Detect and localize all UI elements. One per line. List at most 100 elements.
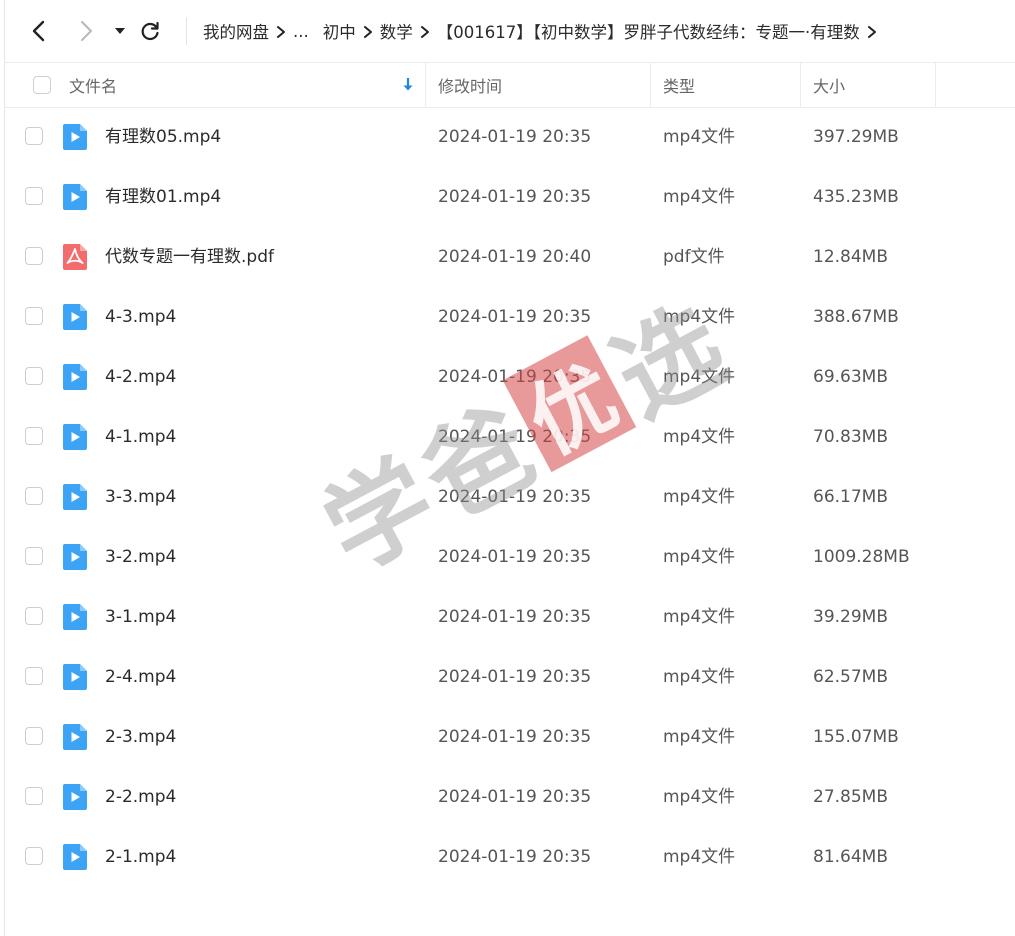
file-modified: 2024-01-19 20:35 [438, 487, 592, 507]
table-row[interactable]: 2-1.mp4 2024-01-19 20:35 mp4文件 81.64MB [5, 827, 1015, 887]
file-type: mp4文件 [663, 187, 736, 207]
table-row[interactable]: 4-3.mp4 2024-01-19 20:35 mp4文件 388.67MB [5, 287, 1015, 347]
file-name[interactable]: 2-1.mp4 [105, 827, 176, 887]
caret-down-icon [115, 28, 125, 34]
column-header-size-label: 大小 [813, 77, 846, 96]
file-type: mp4文件 [663, 367, 736, 387]
row-checkbox[interactable] [25, 847, 43, 865]
file-size: 435.23MB [813, 187, 899, 207]
forward-button[interactable] [72, 17, 100, 45]
chevron-right-icon [81, 21, 92, 41]
breadcrumb-separator-icon [413, 22, 437, 41]
file-modified: 2024-01-19 20:35 [438, 847, 592, 867]
history-dropdown-button[interactable] [106, 17, 134, 45]
row-checkbox[interactable] [25, 127, 43, 145]
table-row[interactable]: 3-3.mp4 2024-01-19 20:35 mp4文件 66.17MB [5, 467, 1015, 527]
column-header-name-label: 文件名 [69, 77, 118, 96]
table-row[interactable]: 2-3.mp4 2024-01-19 20:35 mp4文件 155.07MB [5, 707, 1015, 767]
file-size: 388.67MB [813, 307, 899, 327]
column-header-modified[interactable]: 修改时间 [438, 63, 502, 107]
video-file-icon [63, 304, 87, 330]
file-name[interactable]: 2-2.mp4 [105, 767, 176, 827]
file-modified: 2024-01-19 20:40 [438, 247, 592, 267]
row-checkbox[interactable] [25, 787, 43, 805]
breadcrumb-separator-icon [860, 22, 884, 41]
row-checkbox[interactable] [25, 607, 43, 625]
refresh-icon [141, 21, 159, 41]
file-type: mp4文件 [663, 847, 736, 867]
column-header-size[interactable]: 大小 [813, 63, 845, 107]
row-checkbox[interactable] [25, 727, 43, 745]
column-divider [425, 63, 426, 107]
column-divider [935, 63, 936, 107]
file-name[interactable]: 3-3.mp4 [105, 467, 176, 527]
breadcrumb-item-ellipsis[interactable]: ... [293, 22, 309, 41]
file-type: pdf文件 [663, 247, 725, 267]
row-checkbox[interactable] [25, 547, 43, 565]
file-size: 66.17MB [813, 487, 888, 507]
column-header-name[interactable]: 文件名 [69, 63, 419, 107]
video-file-icon [63, 844, 87, 870]
row-checkbox[interactable] [25, 487, 43, 505]
file-name[interactable]: 3-1.mp4 [105, 587, 176, 647]
chevron-left-icon [32, 20, 45, 42]
breadcrumb-separator-icon [356, 22, 380, 41]
table-row[interactable]: 4-1.mp4 2024-01-19 20:35 mp4文件 70.83MB [5, 407, 1015, 467]
row-checkbox[interactable] [25, 187, 43, 205]
file-name[interactable]: 有理数05.mp4 [105, 107, 221, 167]
refresh-button[interactable] [136, 17, 164, 45]
file-name[interactable]: 2-4.mp4 [105, 647, 176, 707]
row-checkbox[interactable] [25, 427, 43, 445]
file-name[interactable]: 有理数01.mp4 [105, 167, 221, 227]
video-file-icon [63, 364, 87, 390]
table-row[interactable]: 有理数05.mp4 2024-01-19 20:35 mp4文件 397.29M… [5, 107, 1015, 167]
row-checkbox[interactable] [25, 247, 43, 265]
file-size: 39.29MB [813, 607, 888, 627]
select-all-checkbox[interactable] [33, 63, 51, 107]
video-file-icon [63, 784, 87, 810]
video-file-icon [63, 424, 87, 450]
file-name[interactable]: 2-3.mp4 [105, 707, 176, 767]
file-modified: 2024-01-19 20:35 [438, 727, 592, 747]
column-divider [650, 63, 651, 107]
column-header-type[interactable]: 类型 [663, 63, 695, 107]
file-type: mp4文件 [663, 787, 736, 807]
video-file-icon [63, 724, 87, 750]
file-name[interactable]: 4-2.mp4 [105, 347, 176, 407]
file-modified: 2024-01-19 20:35 [438, 187, 592, 207]
file-name[interactable]: 3-2.mp4 [105, 527, 176, 587]
file-name[interactable]: 4-3.mp4 [105, 287, 176, 347]
column-header-type-label: 类型 [663, 77, 696, 96]
table-row[interactable]: 4-2.mp4 2024-01-19 20:35 mp4文件 69.63MB [5, 347, 1015, 407]
file-size: 70.83MB [813, 427, 888, 447]
file-modified: 2024-01-19 20:35 [438, 667, 592, 687]
breadcrumb-item-root[interactable]: 我的网盘 [203, 19, 269, 43]
table-row[interactable]: 有理数01.mp4 2024-01-19 20:35 mp4文件 435.23M… [5, 167, 1015, 227]
table-row[interactable]: 2-4.mp4 2024-01-19 20:35 mp4文件 62.57MB [5, 647, 1015, 707]
file-size: 81.64MB [813, 847, 888, 867]
file-name[interactable]: 代数专题一有理数.pdf [105, 227, 274, 287]
table-row[interactable]: 代数专题一有理数.pdf 2024-01-19 20:40 pdf文件 12.8… [5, 227, 1015, 287]
file-size: 155.07MB [813, 727, 899, 747]
column-divider [800, 63, 801, 107]
sort-descending-icon[interactable] [402, 63, 414, 107]
file-size: 27.85MB [813, 787, 888, 807]
row-checkbox[interactable] [25, 367, 43, 385]
file-modified: 2024-01-19 20:35 [438, 367, 592, 387]
breadcrumb-item-junior-high[interactable]: 初中 [323, 19, 356, 43]
file-modified: 2024-01-19 20:35 [438, 547, 592, 567]
table-row[interactable]: 3-1.mp4 2024-01-19 20:35 mp4文件 39.29MB [5, 587, 1015, 647]
pdf-file-icon [63, 244, 87, 270]
breadcrumb-item-math[interactable]: 数学 [380, 19, 413, 43]
row-checkbox[interactable] [25, 307, 43, 325]
table-row[interactable]: 2-2.mp4 2024-01-19 20:35 mp4文件 27.85MB [5, 767, 1015, 827]
file-name[interactable]: 4-1.mp4 [105, 407, 176, 467]
table-header: 文件名 修改时间 类型 大小 [5, 62, 1015, 108]
table-row[interactable]: 3-2.mp4 2024-01-19 20:35 mp4文件 1009.28MB [5, 527, 1015, 587]
back-button[interactable] [25, 17, 53, 45]
breadcrumb-item-current-folder[interactable]: 【001617】【初中数学】罗胖子代数经纬：专题一·有理数 [437, 19, 860, 43]
file-size: 69.63MB [813, 367, 888, 387]
video-file-icon [63, 484, 87, 510]
file-type: mp4文件 [663, 487, 736, 507]
row-checkbox[interactable] [25, 667, 43, 685]
